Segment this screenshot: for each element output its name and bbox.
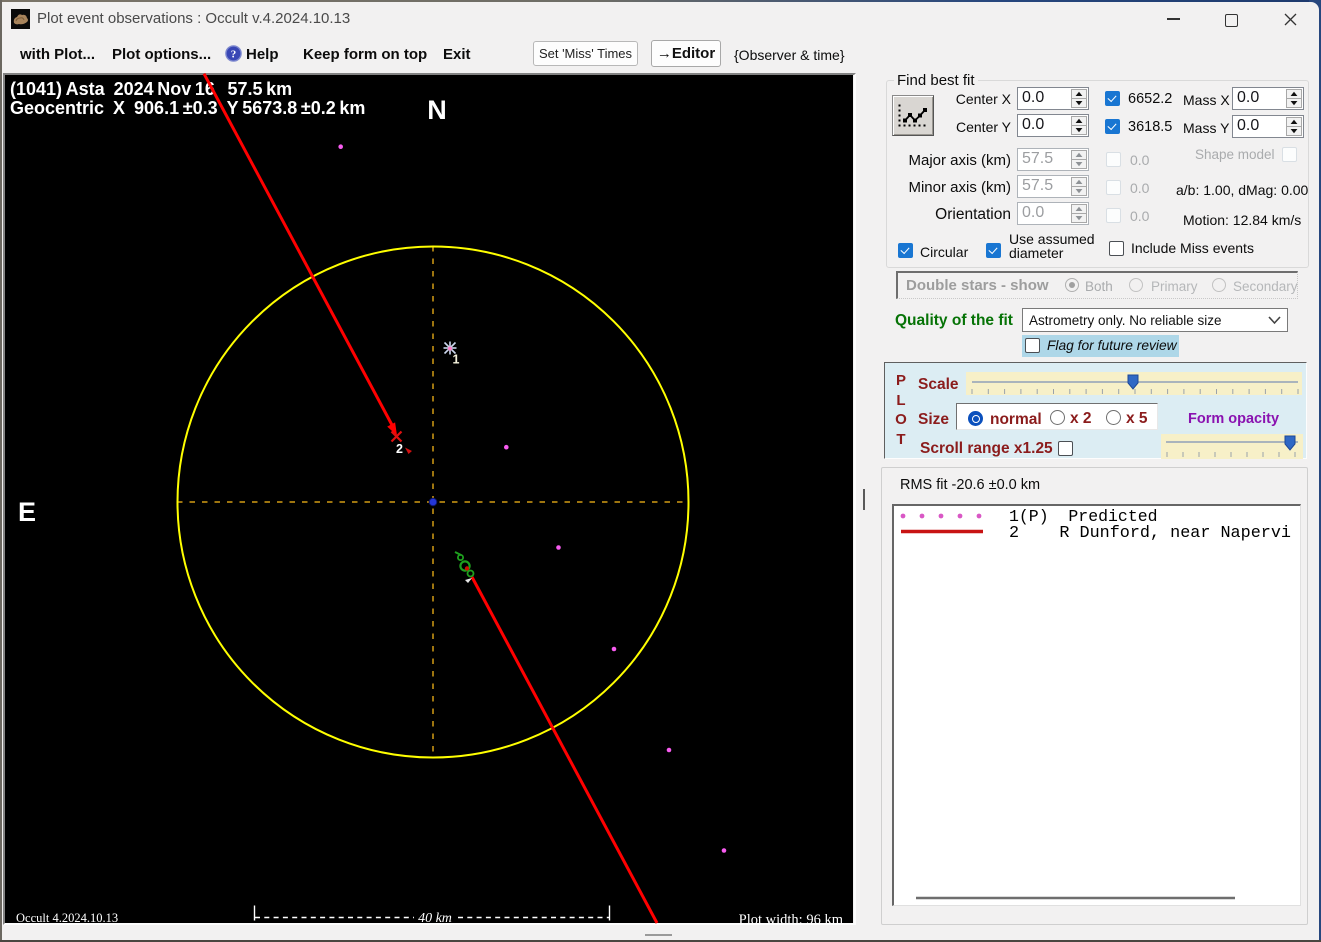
svg-text:2 R Dunford, near Napervi: 2 R Dunford, near Napervi: [1009, 524, 1291, 543]
svg-text:E: E: [18, 497, 36, 527]
svg-text:?: ?: [231, 49, 237, 61]
svg-text:Plot width: 96 km: Plot width: 96 km: [739, 912, 844, 928]
svg-text:Occult 4.2024.10.13: Occult 4.2024.10.13: [16, 911, 118, 925]
svg-text:(1041) Asta 2024 Nov 16 57.5: (1041) Asta 2024 Nov 16 57.5 km: [10, 79, 292, 99]
svg-text:1: 1: [453, 353, 460, 367]
svg-text:40 km: 40 km: [418, 911, 452, 926]
svg-text:2: 2: [396, 442, 403, 456]
svg-text:N: N: [427, 95, 447, 125]
svg-text:Geocentric X 906.1 ±0.3 Y 5673: Geocentric X 906.1 ±0.3 Y 5673.8 ±0.2 km: [10, 98, 365, 118]
